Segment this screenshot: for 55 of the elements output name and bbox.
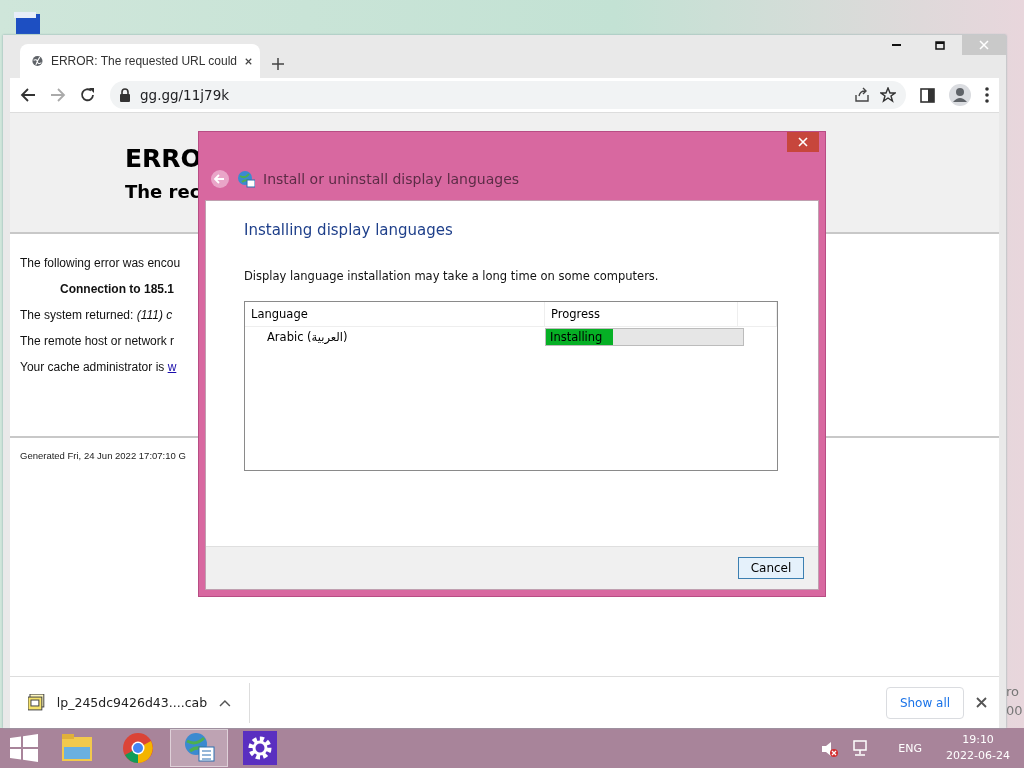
close-icon <box>979 40 989 50</box>
clock-date: 2022-06-24 <box>946 748 1010 764</box>
email-link[interactable]: w <box>167 360 177 374</box>
close-icon[interactable] <box>976 697 987 708</box>
gear-icon <box>243 731 277 765</box>
file-name: lp_245dc9426d43....cab <box>56 695 208 710</box>
profile-icon[interactable] <box>949 84 971 106</box>
desktop-text: 00 <box>1006 703 1024 718</box>
plus-icon[interactable] <box>272 58 284 70</box>
progress-status: Installing <box>549 329 604 345</box>
show-all-button[interactable]: Show all <box>886 686 964 719</box>
globe-icon <box>237 170 255 188</box>
dialog-title: Install or uninstall display languages <box>263 171 520 187</box>
maximize-icon <box>935 40 945 50</box>
address-bar[interactable]: gg.gg/11j79k <box>110 81 906 109</box>
desktop-text: ro <box>1006 684 1020 699</box>
muted-speaker-icon[interactable] <box>821 739 839 757</box>
close-button[interactable] <box>787 132 819 152</box>
browser-icon <box>121 731 155 765</box>
generated-text: Generated Fri, 24 Jun 2022 17:07:10 G <box>19 449 187 463</box>
globe-icon <box>32 54 43 68</box>
taskbar-app[interactable] <box>170 729 228 767</box>
close-icon[interactable] <box>245 56 252 66</box>
language-name: Arabic (العربية) <box>266 330 349 344</box>
error-heading: ERRO <box>125 143 203 173</box>
tab-title: ERROR: The requested URL could <box>50 54 237 68</box>
minimize-icon <box>891 44 901 46</box>
desktop-icon[interactable] <box>14 12 40 35</box>
error-text: The system returned: (111) c <box>20 308 173 322</box>
url-text: gg.gg/11j79k <box>140 87 231 103</box>
back-arrow-icon[interactable] <box>20 87 36 103</box>
error-text: Your cache administrator is w <box>20 360 177 374</box>
info-text: Display language installation may take a long time on some computers. <box>244 269 660 283</box>
cabinet-file-icon <box>28 694 45 711</box>
side-panel-icon[interactable] <box>920 87 935 103</box>
error-text: The following error was encou <box>20 256 181 270</box>
globe-icon <box>182 731 216 765</box>
reload-icon[interactable] <box>80 87 96 103</box>
download-item[interactable]: lp_245dc9426d43....cab <box>10 682 250 723</box>
browser-tab[interactable]: ERROR: The requested URL could <box>20 44 260 78</box>
menu-icon[interactable] <box>985 87 989 103</box>
windows-start-icon[interactable] <box>10 734 38 762</box>
error-text: Connection to 185.1 <box>59 282 175 296</box>
column-header[interactable]: Progress <box>545 302 738 326</box>
clock-time: 19:10 <box>962 732 994 748</box>
caret-icon[interactable] <box>219 698 231 707</box>
lock-icon <box>120 88 130 102</box>
cancel-button[interactable]: Cancel <box>738 557 804 579</box>
close-icon <box>798 137 808 147</box>
column-header[interactable]: Language <box>245 302 545 326</box>
share-icon[interactable] <box>854 87 870 103</box>
star-icon[interactable] <box>880 87 896 103</box>
network-icon[interactable] <box>852 740 869 756</box>
dialog-heading: Installing display languages <box>244 221 454 239</box>
error-text: The remote host or network r <box>20 334 175 348</box>
